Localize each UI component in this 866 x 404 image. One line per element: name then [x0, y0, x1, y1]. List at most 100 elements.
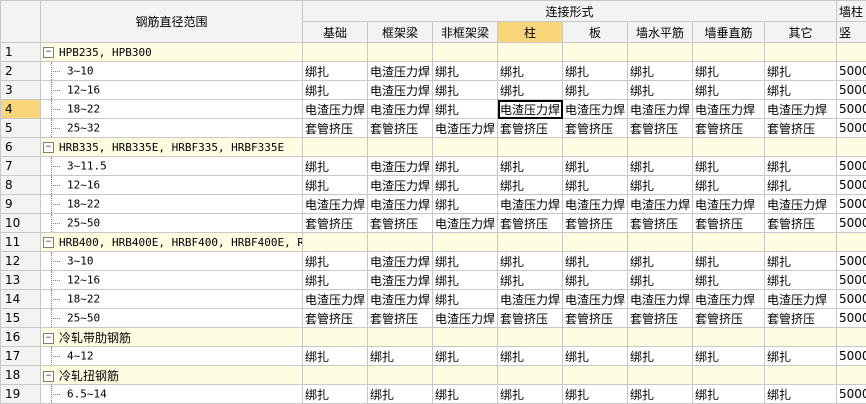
- connection-cell[interactable]: 绑扎: [692, 156, 765, 176]
- connection-cell[interactable]: 绑扎: [432, 80, 498, 100]
- connection-cell[interactable]: 绑扎: [627, 175, 693, 195]
- connection-cell[interactable]: 绑扎: [302, 270, 368, 290]
- row-number[interactable]: 19: [0, 384, 41, 404]
- connection-cell[interactable]: 电渣压力焊: [367, 99, 433, 119]
- range-cell[interactable]: 18~22: [40, 99, 303, 119]
- row-number[interactable]: 2: [0, 61, 41, 81]
- connection-cell[interactable]: 绑扎: [562, 270, 628, 290]
- connection-cell[interactable]: 电渣压力焊: [692, 289, 765, 309]
- connection-cell[interactable]: 绑扎: [627, 156, 693, 176]
- connection-cell[interactable]: 绑扎: [497, 61, 563, 81]
- connection-cell[interactable]: 绑扎: [763, 156, 838, 176]
- connection-cell[interactable]: 电渣压力焊: [692, 194, 765, 214]
- wall-column-cell[interactable]: 50000: [836, 80, 866, 100]
- connection-cell[interactable]: 绑扎: [627, 251, 693, 271]
- connection-cell[interactable]: [432, 365, 498, 385]
- connection-cell[interactable]: [627, 42, 693, 62]
- connection-cell[interactable]: 绑扎: [627, 384, 693, 404]
- connection-cell[interactable]: 绑扎: [562, 156, 628, 176]
- connection-cell[interactable]: 绑扎: [367, 346, 433, 366]
- connection-cell[interactable]: 套管挤压: [692, 308, 765, 328]
- connection-cell[interactable]: [367, 137, 433, 157]
- table-row[interactable]: 23~10绑扎电渣压力焊绑扎绑扎绑扎绑扎绑扎绑扎50000: [0, 61, 866, 81]
- connection-cell[interactable]: 套管挤压: [497, 308, 563, 328]
- connection-cell[interactable]: 绑扎: [302, 175, 368, 195]
- connection-cell[interactable]: 绑扎: [497, 80, 563, 100]
- connection-cell[interactable]: 绑扎: [692, 346, 765, 366]
- group-name-cell[interactable]: − HPB235, HPB300: [40, 42, 303, 62]
- connection-cell[interactable]: 套管挤压: [302, 308, 368, 328]
- row-number[interactable]: 11: [0, 232, 41, 252]
- connection-cell[interactable]: 电渣压力焊: [562, 194, 628, 214]
- range-cell[interactable]: 3~11.5: [40, 156, 303, 176]
- connection-cell[interactable]: 电渣压力焊: [432, 118, 498, 138]
- group-name-cell[interactable]: − HRB335, HRB335E, HRBF335, HRBF335E: [40, 137, 303, 157]
- row-number[interactable]: 17: [0, 346, 41, 366]
- connection-cell[interactable]: [627, 327, 693, 347]
- connection-cell[interactable]: 绑扎: [367, 384, 433, 404]
- connection-cell[interactable]: [763, 137, 838, 157]
- connection-cell[interactable]: 绑扎: [692, 251, 765, 271]
- group-name-cell[interactable]: − 冷轧带肋钢筋: [40, 327, 303, 347]
- connection-cell[interactable]: 绑扎: [432, 270, 498, 290]
- col-header-other[interactable]: 其它: [763, 21, 838, 43]
- table-row[interactable]: 4 18~22 电渣压力焊 电渣压力焊 绑扎 电渣压力焊 电渣压力焊 电渣压力焊 电渣压力焊 电渣…: [0, 99, 866, 119]
- table-row[interactable]: 14 18~22 电渣压力焊 电渣压力焊 绑扎 电渣压力焊 电渣压力焊 电渣压力焊 电渣压力焊电…: [0, 289, 866, 309]
- connection-cell[interactable]: 电渣压力焊: [302, 289, 368, 309]
- connection-cell[interactable]: 电渣压力焊: [562, 289, 628, 309]
- table-row[interactable]: 123~10绑扎电渣压力焊绑扎绑扎绑扎绑扎绑扎绑扎50000: [0, 251, 866, 271]
- row-number[interactable]: 13: [0, 270, 41, 290]
- connection-cell[interactable]: 套管挤压: [367, 118, 433, 138]
- connection-cell[interactable]: 电渣压力焊: [367, 175, 433, 195]
- wall-column-cell[interactable]: [836, 137, 866, 157]
- connection-cell[interactable]: [367, 327, 433, 347]
- collapse-toggle-icon[interactable]: −: [43, 142, 54, 153]
- connection-cell[interactable]: 绑扎: [627, 61, 693, 81]
- connection-cell[interactable]: [692, 42, 765, 62]
- connection-cell[interactable]: 绑扎: [302, 384, 368, 404]
- connection-cell[interactable]: 绑扎: [763, 270, 838, 290]
- connection-cell[interactable]: [562, 232, 628, 252]
- connection-cell[interactable]: [562, 365, 628, 385]
- connection-cell[interactable]: 套管挤压: [692, 118, 765, 138]
- wall-column-cell[interactable]: [836, 327, 866, 347]
- connection-cell[interactable]: 绑扎: [627, 80, 693, 100]
- connection-cell[interactable]: [763, 327, 838, 347]
- connection-cell[interactable]: 电渣压力焊: [302, 99, 368, 119]
- connection-cell[interactable]: [497, 365, 563, 385]
- connection-cell[interactable]: 电渣压力焊: [692, 99, 765, 119]
- range-cell[interactable]: 12~16: [40, 270, 303, 290]
- connection-cell[interactable]: 套管挤压: [692, 213, 765, 233]
- connection-cell[interactable]: 绑扎: [562, 61, 628, 81]
- connection-cell[interactable]: 绑扎: [497, 251, 563, 271]
- row-number[interactable]: 3: [0, 80, 41, 100]
- connection-cell[interactable]: [763, 232, 838, 252]
- connection-cell[interactable]: [302, 365, 368, 385]
- connection-cell[interactable]: 套管挤压: [302, 118, 368, 138]
- connection-cell[interactable]: 绑扎: [692, 384, 765, 404]
- collapse-toggle-icon[interactable]: −: [43, 237, 54, 248]
- range-cell[interactable]: 12~16: [40, 175, 303, 195]
- connection-cell[interactable]: 电渣压力焊: [497, 289, 563, 309]
- connection-cell[interactable]: 绑扎: [497, 175, 563, 195]
- col-header-slab[interactable]: 板: [562, 21, 628, 43]
- connection-cell[interactable]: [497, 42, 563, 62]
- connection-cell[interactable]: [562, 327, 628, 347]
- col-header-column[interactable]: 柱: [497, 21, 563, 43]
- range-cell[interactable]: 3~10: [40, 251, 303, 271]
- connection-cell[interactable]: 绑扎: [562, 80, 628, 100]
- row-number[interactable]: 1: [0, 42, 41, 62]
- group-row[interactable]: 16− 冷轧带肋钢筋: [0, 327, 866, 347]
- wall-column-cell[interactable]: [836, 42, 866, 62]
- connection-cell[interactable]: 电渣压力焊: [627, 99, 693, 119]
- connection-cell[interactable]: [497, 137, 563, 157]
- wall-column-cell[interactable]: 50000: [836, 194, 866, 214]
- connection-cell[interactable]: 套管挤压: [763, 118, 838, 138]
- connection-cell[interactable]: 绑扎: [562, 175, 628, 195]
- wall-column-cell[interactable]: 50000: [836, 289, 866, 309]
- connection-cell[interactable]: 电渣压力焊: [367, 251, 433, 271]
- connection-cell[interactable]: 电渣压力焊: [367, 194, 433, 214]
- connection-cell[interactable]: [562, 42, 628, 62]
- connection-cell[interactable]: [432, 327, 498, 347]
- col-header-non-frame-beam[interactable]: 非框架梁: [432, 21, 498, 43]
